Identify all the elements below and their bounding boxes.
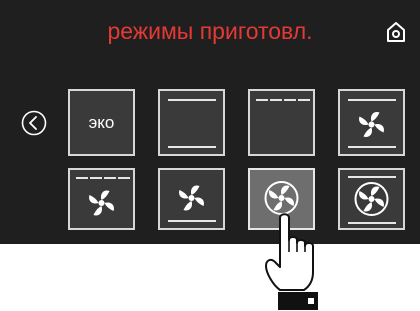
mode-tile-fan-grill[interactable]	[68, 168, 135, 230]
mode-tile-top-heat-grill[interactable]	[248, 89, 315, 156]
grill-segment	[298, 99, 310, 101]
mode-tile-fan-ring-top-bottom[interactable]	[338, 168, 405, 230]
mode-tile-top-bottom-heat[interactable]	[158, 89, 225, 156]
grill-segment	[256, 99, 268, 101]
fan-icon	[354, 182, 389, 216]
top-heater-bar	[168, 99, 216, 101]
mode-tile-fan-top-bottom[interactable]	[338, 89, 405, 156]
fan-icon	[89, 190, 114, 216]
home-icon[interactable]	[384, 20, 408, 44]
grill-segment	[284, 99, 296, 101]
bottom-heater-bar	[348, 146, 396, 148]
back-button[interactable]	[21, 110, 47, 136]
fan-icon	[359, 112, 384, 137]
grill-segment	[270, 99, 282, 101]
pointing-hand-icon	[265, 213, 318, 310]
bottom-heater-bar	[168, 146, 216, 148]
mode-tile-label: эко	[88, 112, 115, 132]
mode-tile-fan-bottom[interactable]	[158, 168, 225, 230]
mode-tile-eco[interactable]: эко	[68, 89, 135, 156]
bottom-heater-bar	[168, 220, 216, 222]
bottom-heater-bar	[348, 222, 396, 224]
page-title: режимы приготовл.	[107, 18, 313, 44]
